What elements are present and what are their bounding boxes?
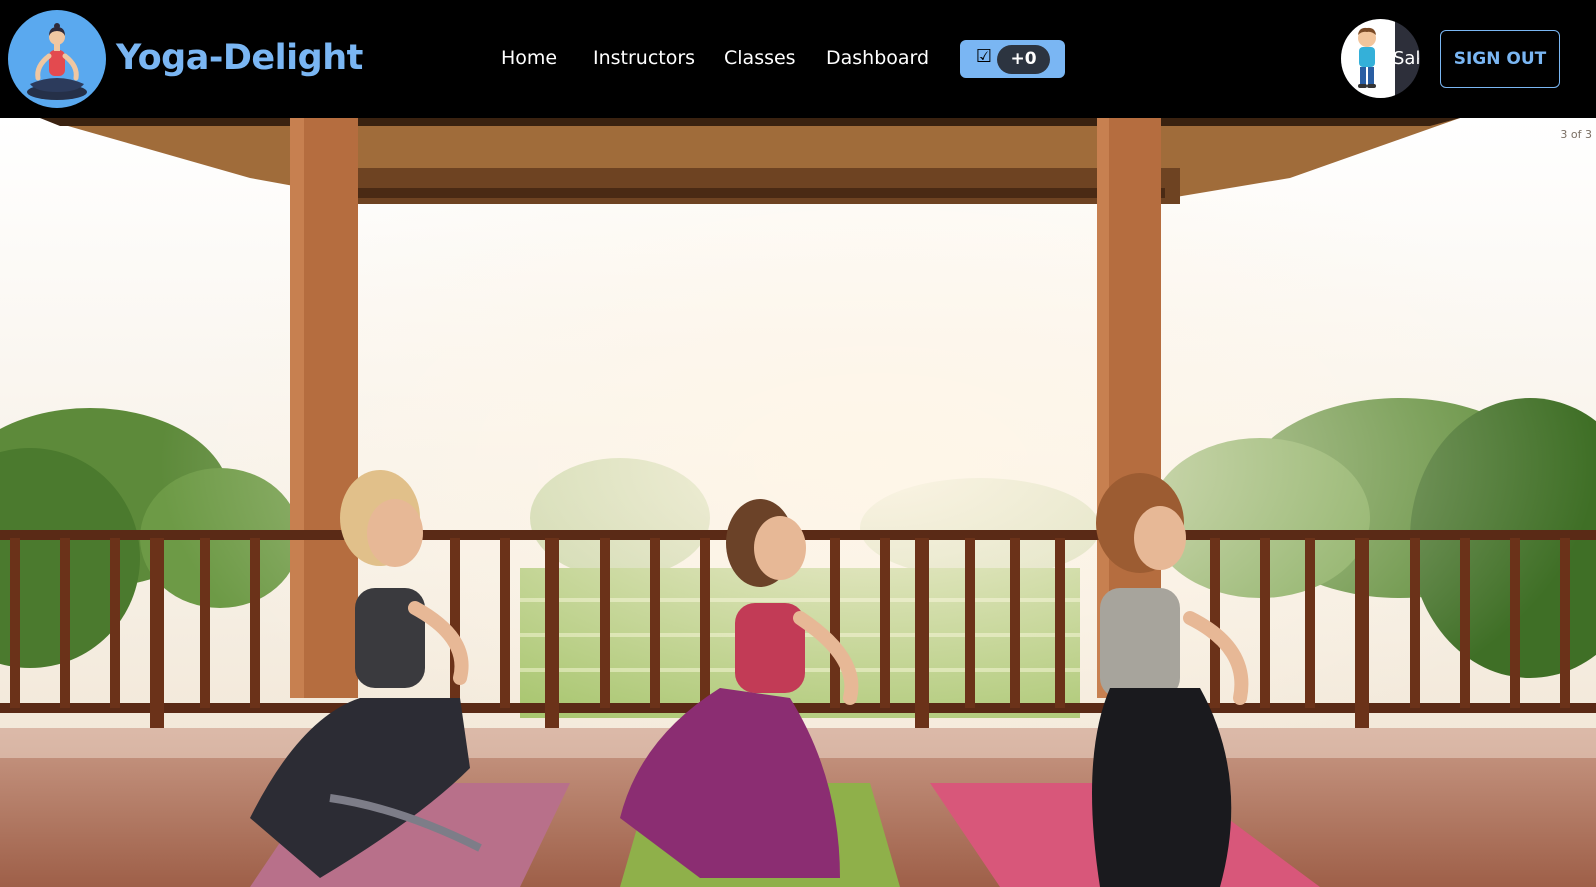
top-navbar: Yoga-Delight Home Instructors Classes Da… bbox=[0, 0, 1596, 118]
boy-avatar-icon bbox=[1358, 27, 1376, 88]
meditation-icon bbox=[27, 23, 87, 100]
hero-image bbox=[0, 118, 1596, 887]
logo[interactable] bbox=[8, 10, 106, 108]
check-box-icon: ☑ bbox=[975, 46, 993, 67]
nav-classes[interactable]: Classes bbox=[724, 47, 796, 69]
user-avatar[interactable]: Sak bbox=[1341, 19, 1420, 98]
user-name: Sak bbox=[1393, 48, 1419, 69]
selected-count-badge: +0 bbox=[997, 45, 1050, 74]
sign-out-button[interactable]: SIGN OUT bbox=[1440, 30, 1560, 88]
nav-dashboard[interactable]: Dashboard bbox=[826, 47, 929, 69]
slide-counter: 3 of 3 bbox=[1560, 128, 1592, 141]
brand-name[interactable]: Yoga-Delight bbox=[116, 38, 363, 78]
hero-carousel: 3 of 3 bbox=[0, 118, 1596, 887]
nav-home[interactable]: Home bbox=[501, 47, 557, 69]
selected-classes-button[interactable]: ☑ +0 bbox=[960, 40, 1065, 78]
nav-instructors[interactable]: Instructors bbox=[593, 47, 695, 69]
